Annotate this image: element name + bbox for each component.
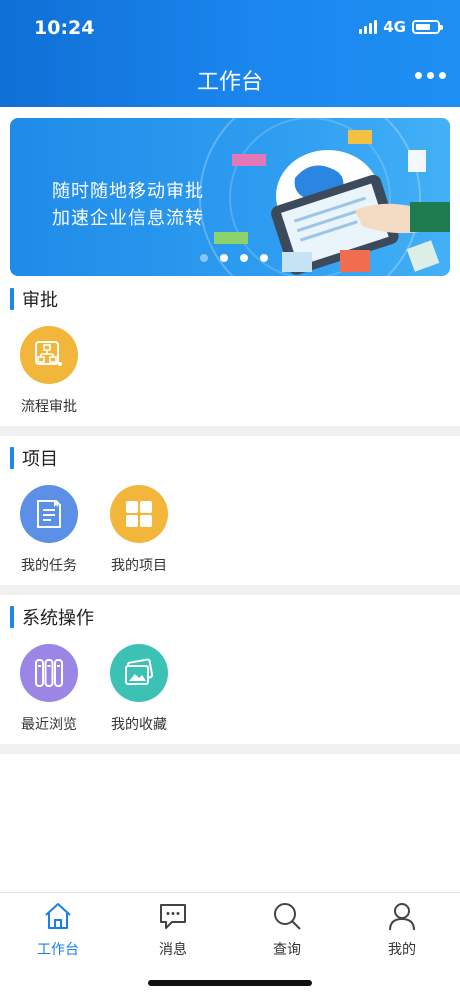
more-button[interactable] [415, 72, 446, 79]
item-label: 流程审批 [21, 399, 77, 415]
item-label: 最近浏览 [21, 717, 77, 733]
carousel-dot[interactable] [220, 254, 228, 262]
user-icon [389, 903, 415, 931]
tab-workbench[interactable]: 工作台 [18, 901, 98, 959]
banner-carousel[interactable]: 随时随地移动审批 加速企业信息流转 [10, 118, 450, 276]
banner-line1: 随时随地移动审批 [52, 181, 204, 202]
tab-label: 我的 [388, 942, 416, 958]
flowchart-icon [20, 326, 78, 384]
carousel-indicator [200, 254, 268, 262]
recent-browse-button[interactable]: 最近浏览 [9, 644, 89, 734]
tab-label: 消息 [159, 942, 187, 958]
grid-icon [110, 485, 168, 543]
tab-profile[interactable]: 我的 [362, 901, 442, 959]
section-title: 审批 [22, 290, 58, 311]
section-marker [10, 606, 14, 628]
network-type: 4G [383, 18, 406, 36]
my-tasks-button[interactable]: 我的任务 [9, 485, 89, 575]
section-divider [0, 585, 460, 595]
binders-icon [20, 644, 78, 702]
picture-icon [110, 644, 168, 702]
document-icon [20, 485, 78, 543]
carousel-dot[interactable] [260, 254, 268, 262]
item-label: 我的任务 [21, 558, 77, 574]
section-system-header: 系统操作 [10, 604, 94, 630]
status-time: 10:24 [34, 17, 95, 39]
my-projects-button[interactable]: 我的项目 [99, 485, 179, 575]
section-approval-header: 审批 [10, 286, 58, 312]
section-divider [0, 744, 460, 754]
banner-line2: 加速企业信息流转 [52, 208, 204, 229]
item-label: 我的收藏 [111, 717, 167, 733]
tab-messages[interactable]: 消息 [133, 901, 213, 959]
section-divider [0, 426, 460, 436]
carousel-dot[interactable] [200, 254, 208, 262]
section-marker [10, 288, 14, 310]
process-approval-button[interactable]: 流程审批 [9, 326, 89, 416]
status-indicators: 4G [359, 18, 443, 36]
tab-label: 工作台 [37, 942, 79, 958]
banner-text: 随时随地移动审批 加速企业信息流转 [52, 178, 204, 232]
tab-search[interactable]: 查询 [247, 901, 327, 959]
home-icon [45, 903, 71, 929]
home-indicator [148, 980, 312, 986]
carousel-dot[interactable] [240, 254, 248, 262]
signal-icon [359, 20, 378, 34]
page-title: 工作台 [196, 70, 263, 95]
section-marker [10, 447, 14, 469]
my-favorites-button[interactable]: 我的收藏 [99, 644, 179, 734]
header: 10:24 4G 工作台 [0, 0, 460, 107]
battery-icon [412, 20, 443, 34]
workbench-page: 10:24 4G 工作台 随时随地移动审批 加速企业信息流转 审批 流程审批 项… [0, 0, 460, 996]
section-title: 系统操作 [22, 608, 94, 629]
tab-label: 查询 [273, 942, 301, 958]
message-icon [160, 904, 186, 929]
item-label: 我的项目 [111, 558, 167, 574]
section-title: 项目 [22, 449, 58, 470]
search-icon [274, 903, 301, 930]
section-project-header: 项目 [10, 445, 58, 471]
